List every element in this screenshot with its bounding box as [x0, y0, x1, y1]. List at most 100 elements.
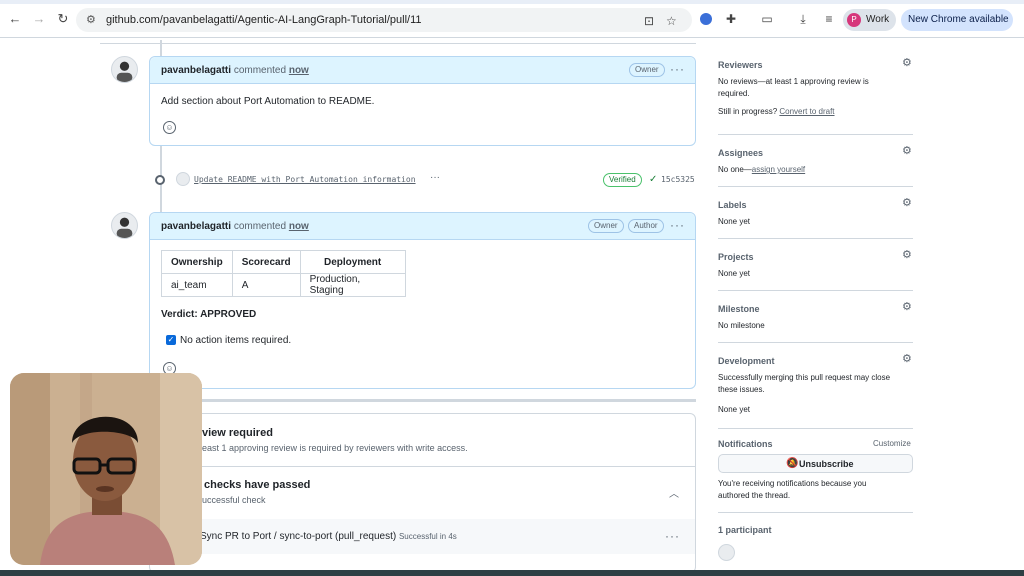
previous-item-edge [100, 40, 696, 44]
sidebar-divider [718, 290, 913, 291]
sidebar-reviewers: Reviewers ⚙ No reviews—at least 1 approv… [718, 58, 913, 122]
task-checkbox[interactable]: ✓ [166, 335, 176, 345]
comment-time-link[interactable]: now [289, 65, 309, 76]
commit-sha-link[interactable]: 15c5325 [661, 175, 695, 184]
owner-badge: Owner [629, 63, 665, 77]
comment-author[interactable]: pavanbelagatti commented now [161, 221, 309, 232]
review-required-subtitle: east 1 approving review is required by r… [202, 443, 468, 453]
owner-badge: Owner [588, 219, 624, 233]
download-icon[interactable]: ⤓ [796, 12, 810, 26]
assign-yourself-link[interactable]: assign yourself [752, 165, 805, 174]
customize-notifications-link[interactable]: Customize [873, 439, 911, 448]
comment-table: Ownership Scorecard Deployment ai_team A… [161, 250, 406, 297]
reviewers-gear-icon[interactable]: ⚙ [902, 58, 913, 69]
notifications-reason: You're receiving notifications because y… [718, 479, 867, 500]
review-required-section[interactable]: view required east 1 approving review is… [150, 414, 695, 467]
sidebar-development: Development ⚙ Successfully merging this … [718, 354, 913, 418]
projects-text: None yet [718, 269, 751, 278]
avatar[interactable] [111, 56, 138, 83]
participant-avatar[interactable] [718, 544, 735, 561]
verified-badge[interactable]: Verified [603, 173, 642, 187]
extensions-puzzle-icon[interactable]: ✚ [724, 12, 738, 26]
unsubscribe-button[interactable]: 🔕 Unsubscribe [718, 454, 913, 473]
forward-icon[interactable]: → [32, 12, 46, 26]
assignees-none: No one— [718, 165, 752, 174]
bell-slash-icon: 🔕 [786, 458, 799, 469]
check-icon[interactable]: ✓ [649, 174, 657, 185]
sidebar-assignees-title: Assignees [718, 148, 764, 158]
check-run-status: Successful in 4s [398, 532, 457, 541]
projects-gear-icon[interactable]: ⚙ [902, 250, 913, 261]
site-info-icon[interactable]: ⚙ [86, 13, 100, 27]
commit-expand-button[interactable]: ··· [430, 172, 440, 183]
sidebar-development-title: Development [718, 356, 775, 366]
table-row: ai_team A Production, Staging [161, 273, 406, 297]
assignees-gear-icon[interactable]: ⚙ [902, 146, 913, 157]
checks-section[interactable]: checks have passed uccessful check [150, 467, 695, 519]
draft-prompt: Still in progress? Convert to draft [718, 106, 835, 118]
comment-verb: commented [233, 221, 287, 232]
add-reaction-icon[interactable]: ☺ [163, 121, 176, 134]
development-none: None yet [718, 405, 751, 414]
table-header: Scorecard [231, 250, 301, 274]
comment-author[interactable]: pavanbelagatti commented now [161, 65, 309, 76]
comment-options-icon[interactable]: ··· [670, 218, 685, 232]
sidebar-divider [718, 512, 913, 513]
chevron-up-icon[interactable]: ︿ [669, 485, 679, 500]
labels-gear-icon[interactable]: ⚙ [902, 198, 913, 209]
comment-header: pavanbelagatti commented now Owner ··· [150, 57, 695, 84]
comment-card: pavanbelagatti commented now Owner Autho… [149, 212, 696, 389]
back-icon[interactable]: ← [8, 12, 22, 26]
sidebar-reviewers-title: Reviewers [718, 60, 763, 70]
sidebar-notifications: Notifications Customize 🔕 Unsubscribe Yo… [718, 439, 913, 503]
review-required-title: view required [202, 427, 273, 439]
chrome-update-button[interactable]: New Chrome available [901, 9, 1013, 31]
sidebar-labels-title: Labels [718, 200, 747, 210]
commit-author-avatar[interactable] [176, 172, 190, 186]
author-name[interactable]: pavanbelagatti [161, 65, 231, 76]
extension-icon[interactable] [700, 13, 712, 25]
comment-verb: commented [233, 65, 287, 76]
sidebar-labels: Labels ⚙ None yet [718, 198, 913, 228]
development-text: Successfully merging this pull request m… [718, 373, 891, 394]
table-header-row: Ownership Scorecard Deployment [161, 250, 406, 274]
sidebar-projects: Projects ⚙ None yet [718, 250, 913, 280]
table-cell: Production, Staging [299, 273, 406, 297]
sidebar-divider [718, 186, 913, 187]
check-run-options-icon[interactable]: ··· [665, 529, 680, 543]
commit-message-link[interactable]: Update README with Port Automation infor… [194, 175, 416, 184]
milestone-gear-icon[interactable]: ⚙ [902, 302, 913, 313]
cast-icon[interactable]: ▭ [760, 12, 774, 26]
profile-avatar: P [847, 13, 861, 27]
sidebar-assignees: Assignees ⚙ No one—assign yourself [718, 146, 913, 176]
table-cell: A [231, 273, 301, 297]
author-name[interactable]: pavanbelagatti [161, 221, 231, 232]
avatar[interactable] [111, 212, 138, 239]
labels-text: None yet [718, 217, 751, 226]
reload-icon[interactable]: ↻ [56, 12, 70, 26]
check-run-label[interactable]: Sync PR to Port / sync-to-port (pull_req… [200, 531, 396, 542]
table-header: Deployment [299, 250, 406, 274]
check-run-name[interactable]: Sync PR to Port / sync-to-port (pull_req… [200, 531, 457, 542]
profile-label: Work [866, 14, 890, 25]
sidebar-projects-title: Projects [718, 252, 754, 262]
sidebar-divider [718, 134, 913, 135]
install-app-icon[interactable]: ⊡ [644, 14, 654, 28]
address-bar[interactable]: ⚙ github.com/pavanbelagatti/Agentic-AI-L… [76, 8, 692, 32]
comment-time-link[interactable]: now [289, 221, 309, 232]
media-controls-icon[interactable]: ≡ [822, 12, 836, 26]
unsubscribe-label: Unsubscribe [799, 459, 854, 469]
commit-icon [155, 175, 165, 185]
convert-to-draft-link[interactable]: Convert to draft [779, 107, 834, 116]
task-label: No action items required. [180, 335, 292, 346]
development-gear-icon[interactable]: ⚙ [902, 354, 913, 365]
comment-card: pavanbelagatti commented now Owner ··· A… [149, 56, 696, 146]
sidebar-milestone-title: Milestone [718, 304, 760, 314]
profile-button[interactable]: P Work [843, 9, 896, 31]
check-run-row[interactable]: Sync PR to Port / sync-to-port (pull_req… [150, 519, 695, 554]
draft-prompt-text: Still in progress? [718, 107, 778, 116]
comment-body: Add section about Port Automation to REA… [161, 96, 375, 107]
comment-options-icon[interactable]: ··· [670, 62, 685, 76]
checks-title: checks have passed [204, 479, 311, 491]
bookmark-star-icon[interactable]: ☆ [666, 14, 677, 28]
